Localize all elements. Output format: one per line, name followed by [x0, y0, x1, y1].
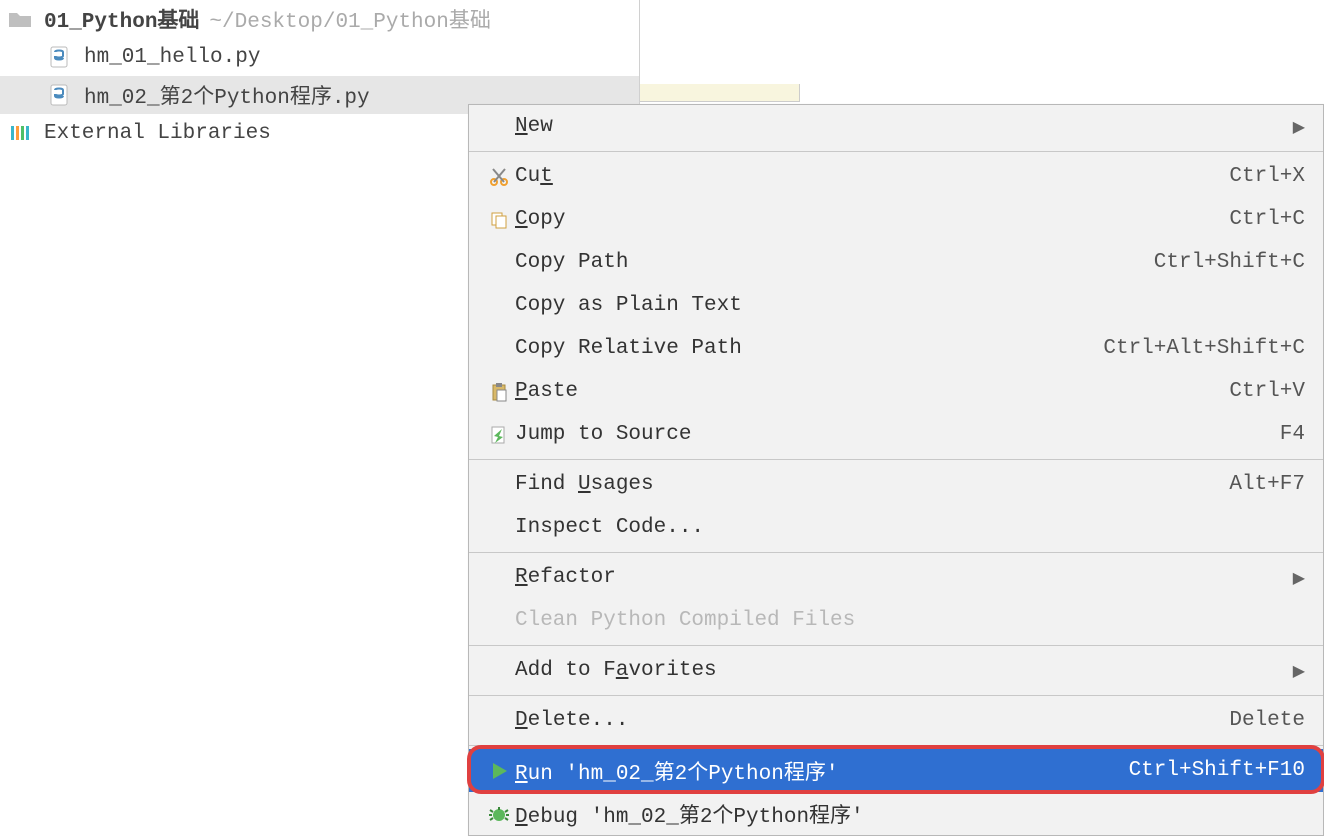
menu-item-label: Copy as Plain Text: [515, 294, 1305, 317]
menu-item-shortcut: Ctrl+Shift+F10: [1129, 759, 1305, 782]
menu-item-inspect[interactable]: Inspect Code...: [469, 506, 1323, 549]
menu-item-usages[interactable]: Find UsagesAlt+F7: [469, 463, 1323, 506]
menu-item-delete[interactable]: Delete...Delete: [469, 699, 1323, 742]
cut-icon: [483, 167, 515, 187]
menu-item-paste[interactable]: PasteCtrl+V: [469, 370, 1323, 413]
menu-item-label: Cut: [515, 165, 1229, 188]
menu-item-label: Find Usages: [515, 473, 1229, 496]
menu-separator: [469, 552, 1323, 553]
python-file-icon: [46, 43, 74, 71]
menu-item-label: Copy: [515, 208, 1229, 231]
bug-icon: [483, 804, 515, 824]
menu-separator: [469, 459, 1323, 460]
menu-item-label: Add to Favorites: [515, 659, 1283, 682]
menu-separator: [469, 695, 1323, 696]
project-file[interactable]: hm_01_hello.py: [0, 38, 639, 76]
menu-item-cleanpyc: Clean Python Compiled Files: [469, 599, 1323, 642]
menu-item-shortcut: Alt+F7: [1229, 473, 1305, 496]
menu-item-plaincopy[interactable]: Copy as Plain Text: [469, 284, 1323, 327]
menu-item-label: Jump to Source: [515, 423, 1280, 446]
menu-item-label: Delete...: [515, 709, 1229, 732]
external-libraries-label: External Libraries: [44, 122, 271, 145]
menu-item-relpath[interactable]: Copy Relative PathCtrl+Alt+Shift+C: [469, 327, 1323, 370]
menu-item-label: Clean Python Compiled Files: [515, 609, 1305, 632]
menu-item-refactor[interactable]: Refactor ▶: [469, 556, 1323, 599]
menu-item-label: Debug 'hm_02_第2个Python程序': [515, 799, 1305, 829]
menu-separator: [469, 645, 1323, 646]
menu-item-shortcut: Ctrl+Shift+C: [1154, 251, 1305, 274]
menu-item-shortcut: F4: [1280, 423, 1305, 446]
menu-item-label: Run 'hm_02_第2个Python程序': [515, 756, 1129, 786]
menu-item-shortcut: Ctrl+Alt+Shift+C: [1103, 337, 1305, 360]
menu-item-debug[interactable]: Debug 'hm_02_第2个Python程序': [469, 792, 1323, 835]
menu-item-copy[interactable]: CopyCtrl+C: [469, 198, 1323, 241]
project-root-path: ~/Desktop/01_Python基础: [209, 4, 490, 34]
menu-item-shortcut: Ctrl+X: [1229, 165, 1305, 188]
menu-item-new[interactable]: New ▶: [469, 105, 1323, 148]
library-icon: [6, 119, 34, 147]
menu-item-label: New: [515, 115, 1283, 138]
paste-icon: [483, 382, 515, 402]
menu-item-label: Copy Path: [515, 251, 1154, 274]
menu-item-label: Inspect Code...: [515, 516, 1305, 539]
menu-item-shortcut: Ctrl+C: [1229, 208, 1305, 231]
chevron-right-icon: ▶: [1293, 661, 1305, 681]
chevron-right-icon: ▶: [1293, 568, 1305, 588]
editor-tab-strip[interactable]: [640, 84, 800, 102]
menu-separator: [469, 745, 1323, 746]
menu-separator: [469, 151, 1323, 152]
menu-item-shortcut: Ctrl+V: [1229, 380, 1305, 403]
context-menu: New▶CutCtrl+XCopyCtrl+CCopy PathCtrl+Shi…: [468, 104, 1324, 836]
menu-item-label: Copy Relative Path: [515, 337, 1103, 360]
menu-item-label: Refactor: [515, 566, 1283, 589]
menu-item-run[interactable]: Run 'hm_02_第2个Python程序'Ctrl+Shift+F10: [469, 749, 1323, 792]
python-file-icon: [46, 81, 74, 109]
menu-item-fav[interactable]: Add to Favorites ▶: [469, 649, 1323, 692]
project-root[interactable]: 01_Python基础 ~/Desktop/01_Python基础: [0, 0, 639, 38]
folder-icon: [6, 5, 34, 33]
menu-item-label: Paste: [515, 380, 1229, 403]
copy-icon: [483, 210, 515, 230]
run-icon: [483, 761, 515, 781]
project-root-label: 01_Python基础: [44, 4, 199, 34]
file-label: hm_01_hello.py: [84, 46, 260, 69]
file-label: hm_02_第2个Python程序.py: [84, 80, 370, 110]
menu-item-jump[interactable]: Jump to SourceF4: [469, 413, 1323, 456]
chevron-right-icon: ▶: [1293, 117, 1305, 137]
menu-item-shortcut: Delete: [1229, 709, 1305, 732]
jump-icon: [483, 425, 515, 445]
menu-item-cut[interactable]: CutCtrl+X: [469, 155, 1323, 198]
menu-item-copypath[interactable]: Copy PathCtrl+Shift+C: [469, 241, 1323, 284]
